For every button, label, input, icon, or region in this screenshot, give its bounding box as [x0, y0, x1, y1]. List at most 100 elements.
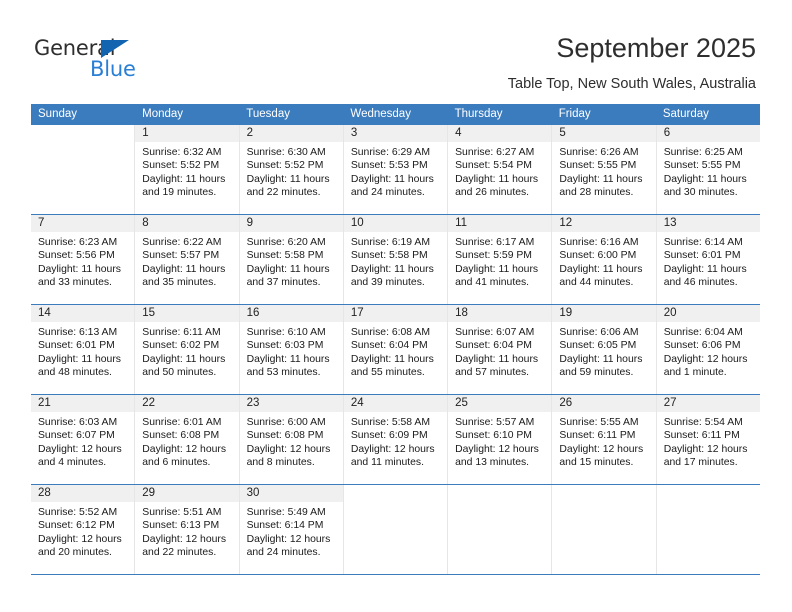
- day-details: Sunrise: 6:11 AM Sunset: 6:02 PM Daylight:…: [135, 322, 238, 380]
- day-detail-line: Sunrise: 6:23 AM: [38, 237, 118, 248]
- day-detail-line: and 39 minutes.: [350, 277, 425, 289]
- day-detail-line: Daylight: 11 hours: [559, 173, 643, 185]
- calendar-day-cell[interactable]: 7 Sunrise: 6:23 AM Sunset: 5:56 PM Daylight…: [31, 215, 135, 304]
- calendar-day-cell[interactable]: 18 Sunrise: 6:07 AM Sunset: 6:04 PM Dayligh…: [447, 305, 552, 394]
- day-details: Sunrise: 6:01 AM Sunset: 6:08 PM Daylight:…: [135, 412, 238, 470]
- day-detail-line: Sunset: 5:55 PM: [559, 160, 637, 172]
- day-number-band: 3: [343, 125, 448, 142]
- day-detail-line: Sunrise: 6:16 AM: [559, 237, 639, 248]
- day-detail-line: and 22 minutes.: [246, 187, 321, 199]
- day-details: [31, 142, 134, 146]
- day-detail-line: and 4 minutes.: [38, 457, 107, 469]
- day-number-band: 2: [239, 125, 343, 142]
- day-number: 8: [142, 217, 149, 229]
- day-detail-line: Sunrise: 6:07 AM: [455, 327, 535, 338]
- calendar-day-cell[interactable]: 16 Sunrise: 6:10 AM Sunset: 6:03 PM Dayligh…: [238, 305, 343, 394]
- calendar-day-cell[interactable]: 27 Sunrise: 5:54 AM Sunset: 6:11 PM Dayligh…: [655, 395, 760, 484]
- day-detail-line: Sunset: 6:14 PM: [246, 520, 324, 532]
- day-detail-line: Daylight: 12 hours: [246, 443, 331, 455]
- day-details: Sunrise: 6:23 AM Sunset: 5:56 PM Daylight:…: [31, 232, 134, 290]
- calendar-day-cell[interactable]: 29 Sunrise: 5:51 AM Sunset: 6:13 PM Dayligh…: [134, 485, 239, 574]
- calendar-day-cell[interactable]: 28 Sunrise: 5:52 AM Sunset: 6:12 PM Dayligh…: [31, 485, 135, 574]
- day-detail-line: Sunset: 6:01 PM: [38, 340, 115, 352]
- calendar-day-cell[interactable]: 14 Sunrise: 6:13 AM Sunset: 6:01 PM Dayligh…: [31, 305, 135, 394]
- calendar-day-cell[interactable]: 1 Sunrise: 6:32 AM Sunset: 5:52 PM Daylight…: [134, 125, 239, 214]
- calendar-day-cell-empty: [655, 485, 760, 574]
- calendar-day-cell[interactable]: 11 Sunrise: 6:17 AM Sunset: 5:59 PM Dayligh…: [447, 215, 552, 304]
- day-details: Sunrise: 6:16 AM Sunset: 6:00 PM Daylight:…: [552, 232, 655, 290]
- day-detail-line: Daylight: 11 hours: [455, 263, 539, 275]
- day-details: [657, 502, 760, 506]
- day-detail-line: Sunset: 6:08 PM: [246, 430, 324, 442]
- weekday-header-monday: Monday: [142, 108, 184, 120]
- calendar-day-cell[interactable]: 15 Sunrise: 6:11 AM Sunset: 6:02 PM Dayligh…: [134, 305, 239, 394]
- day-detail-line: and 6 minutes.: [142, 457, 211, 469]
- day-number-band: 17: [343, 305, 448, 322]
- calendar-day-cell[interactable]: 22 Sunrise: 6:01 AM Sunset: 6:08 PM Dayligh…: [134, 395, 239, 484]
- day-detail-line: Sunrise: 6:25 AM: [663, 147, 743, 158]
- day-details: Sunrise: 6:10 AM Sunset: 6:03 PM Daylight:…: [240, 322, 343, 380]
- day-number-band: [552, 485, 655, 502]
- calendar-day-cell[interactable]: 10 Sunrise: 6:19 AM Sunset: 5:58 PM Dayligh…: [342, 215, 448, 304]
- day-detail-line: Sunset: 5:58 PM: [350, 250, 428, 262]
- day-number-band: 6: [656, 125, 760, 142]
- calendar-day-cell[interactable]: 6 Sunrise: 6:25 AM Sunset: 5:55 PM Daylight…: [655, 125, 760, 214]
- calendar-day-cell[interactable]: 13 Sunrise: 6:14 AM Sunset: 6:01 PM Dayligh…: [655, 215, 760, 304]
- day-detail-line: Daylight: 11 hours: [38, 353, 121, 365]
- day-number-band: 5: [552, 125, 656, 142]
- calendar-day-cell[interactable]: 8 Sunrise: 6:22 AM Sunset: 5:57 PM Daylight…: [134, 215, 239, 304]
- day-detail-line: Daylight: 12 hours: [350, 443, 435, 455]
- day-detail-line: Sunrise: 5:52 AM: [38, 507, 118, 518]
- day-detail-line: Sunset: 6:05 PM: [559, 340, 637, 352]
- day-number-band: 30: [239, 485, 343, 502]
- general-blue-logo[interactable]: General Blue: [34, 36, 164, 82]
- calendar-day-cell[interactable]: 4 Sunrise: 6:27 AM Sunset: 5:54 PM Daylight…: [447, 125, 552, 214]
- calendar-day-cell[interactable]: 17 Sunrise: 6:08 AM Sunset: 6:04 PM Dayligh…: [342, 305, 448, 394]
- day-details: Sunrise: 6:03 AM Sunset: 6:07 PM Daylight:…: [31, 412, 134, 470]
- day-detail-line: Sunset: 5:57 PM: [142, 250, 220, 262]
- calendar-day-cell[interactable]: 23 Sunrise: 6:00 AM Sunset: 6:08 PM Dayligh…: [238, 395, 343, 484]
- day-details: Sunrise: 6:06 AM Sunset: 6:05 PM Daylight:…: [552, 322, 655, 380]
- calendar-day-cell-empty: [447, 485, 551, 574]
- day-details: Sunrise: 6:25 AM Sunset: 5:55 PM Daylight:…: [657, 142, 760, 200]
- day-details: Sunrise: 6:27 AM Sunset: 5:54 PM Daylight:…: [448, 142, 551, 200]
- day-detail-line: Daylight: 11 hours: [246, 173, 330, 185]
- day-detail-line: Sunset: 6:00 PM: [559, 250, 637, 262]
- calendar-day-cell[interactable]: 9 Sunrise: 6:20 AM Sunset: 5:58 PM Daylight…: [238, 215, 343, 304]
- calendar-day-cell[interactable]: 24 Sunrise: 5:58 AM Sunset: 6:09 PM Dayligh…: [342, 395, 448, 484]
- day-detail-line: Daylight: 12 hours: [455, 443, 539, 455]
- weekday-header-row: Sunday Monday Tuesday Wednesday Thursday…: [31, 104, 760, 125]
- day-detail-line: Sunset: 5:53 PM: [350, 160, 428, 172]
- calendar-day-cell[interactable]: 3 Sunrise: 6:29 AM Sunset: 5:53 PM Daylight…: [342, 125, 448, 214]
- weekday-header-sunday: Sunday: [38, 108, 78, 120]
- calendar-day-cell[interactable]: 5 Sunrise: 6:26 AM Sunset: 5:55 PM Daylight…: [551, 125, 656, 214]
- day-detail-line: and 53 minutes.: [246, 367, 321, 379]
- day-detail-line: and 50 minutes.: [142, 367, 217, 379]
- calendar-day-cell[interactable]: 30 Sunrise: 5:49 AM Sunset: 6:14 PM Dayligh…: [238, 485, 343, 574]
- day-number-band: 16: [239, 305, 343, 322]
- day-detail-line: Daylight: 11 hours: [663, 173, 747, 185]
- day-detail-line: and 17 minutes.: [663, 457, 738, 469]
- day-number: 28: [38, 487, 51, 499]
- day-detail-line: and 30 minutes.: [663, 187, 738, 199]
- calendar-day-cell[interactable]: 12 Sunrise: 6:16 AM Sunset: 6:00 PM Dayligh…: [551, 215, 656, 304]
- calendar-day-cell[interactable]: 21 Sunrise: 6:03 AM Sunset: 6:07 PM Dayligh…: [31, 395, 135, 484]
- day-details: Sunrise: 5:51 AM Sunset: 6:13 PM Daylight:…: [135, 502, 238, 560]
- day-details: Sunrise: 6:20 AM Sunset: 5:58 PM Daylight:…: [240, 232, 343, 290]
- day-detail-line: and 24 minutes.: [246, 547, 321, 559]
- calendar-day-cell[interactable]: 26 Sunrise: 5:55 AM Sunset: 6:11 PM Dayligh…: [551, 395, 656, 484]
- calendar-day-cell[interactable]: 20 Sunrise: 6:04 AM Sunset: 6:06 PM Dayligh…: [655, 305, 760, 394]
- calendar-week-row: 21 Sunrise: 6:03 AM Sunset: 6:07 PM Dayligh…: [31, 394, 760, 484]
- day-details: Sunrise: 6:08 AM Sunset: 6:04 PM Daylight:…: [344, 322, 447, 380]
- day-number: 21: [38, 397, 51, 409]
- calendar-day-cell[interactable]: 2 Sunrise: 6:30 AM Sunset: 5:52 PM Daylight…: [238, 125, 343, 214]
- calendar-day-cell-empty: [551, 485, 655, 574]
- day-number: 12: [559, 217, 573, 229]
- day-detail-line: Sunset: 5:52 PM: [142, 160, 220, 172]
- calendar-day-cell[interactable]: 25 Sunrise: 5:57 AM Sunset: 6:10 PM Dayligh…: [447, 395, 552, 484]
- day-detail-line: and 1 minute.: [663, 367, 727, 379]
- day-detail-line: Sunset: 5:58 PM: [246, 250, 324, 262]
- day-detail-line: Sunrise: 6:29 AM: [350, 147, 430, 158]
- day-number-band: 21: [31, 395, 135, 412]
- calendar-day-cell[interactable]: 19 Sunrise: 6:06 AM Sunset: 6:05 PM Dayligh…: [551, 305, 656, 394]
